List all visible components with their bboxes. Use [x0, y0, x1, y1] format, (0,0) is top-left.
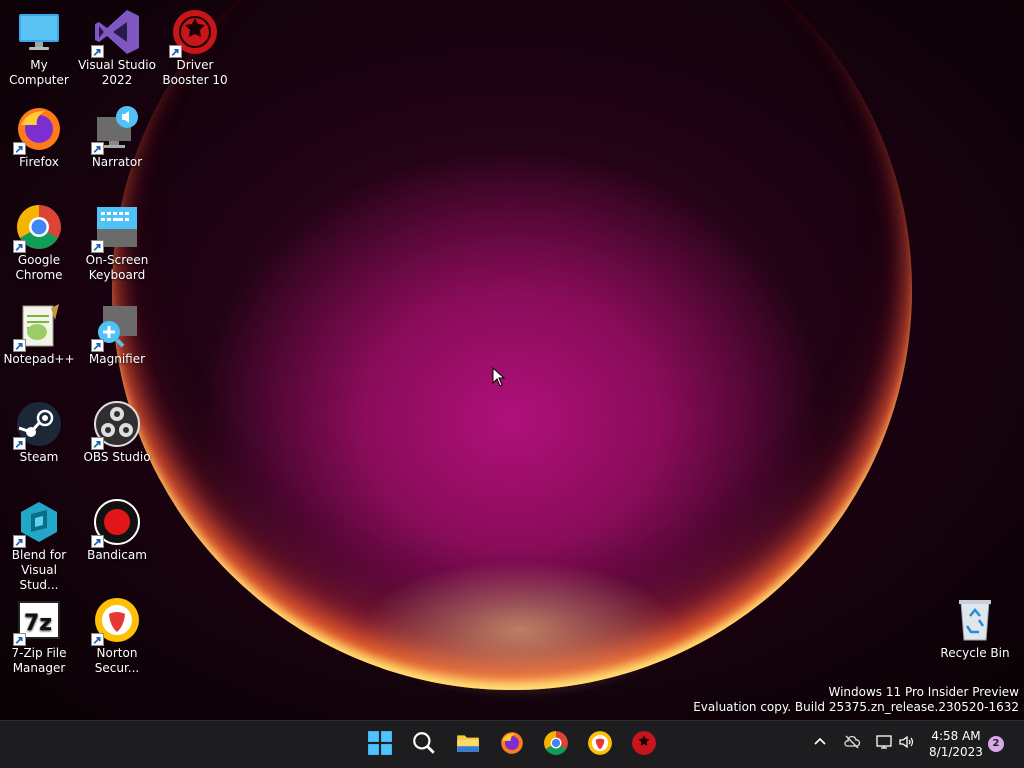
- network-tray-button[interactable]: [873, 733, 895, 755]
- file-explorer-button[interactable]: [452, 729, 484, 761]
- start-button[interactable]: [364, 729, 396, 761]
- desktop-icon-label: Firefox: [19, 155, 59, 169]
- desktop-icon-recycle-bin[interactable]: Recycle Bin: [936, 596, 1014, 661]
- desktop-icon-my-computer[interactable]: My Computer: [0, 8, 78, 88]
- onedrive-tray-button[interactable]: [841, 733, 863, 755]
- file-explorer-icon: [455, 730, 481, 760]
- taskbar: 4:58 AM 8/1/2023: [0, 720, 1024, 768]
- speaker-icon: [898, 733, 916, 755]
- shortcut-arrow-icon: [13, 633, 26, 646]
- shortcut-arrow-icon: [13, 535, 26, 548]
- desktop-icon-blend[interactable]: Blend for Visual Stud...: [0, 498, 78, 593]
- desktop-icon-chrome[interactable]: Google Chrome: [0, 203, 78, 283]
- shortcut-arrow-icon: [91, 633, 104, 646]
- recycle-bin-icon: [951, 596, 999, 644]
- shortcut-arrow-icon: [91, 339, 104, 352]
- wallpaper-glow: [360, 560, 680, 700]
- norton-icon: [91, 596, 141, 646]
- shortcut-arrow-icon: [13, 240, 26, 253]
- chrome-icon: [13, 203, 63, 253]
- obs-icon: [91, 400, 141, 450]
- notification-badge[interactable]: 2: [988, 736, 1004, 752]
- shortcut-arrow-icon: [91, 142, 104, 155]
- start-icon: [367, 730, 393, 760]
- desktop-icon-7zip[interactable]: 7z 7-Zip File Manager: [0, 596, 78, 676]
- keyboard-icon: [91, 203, 141, 253]
- driver-booster-icon: [169, 8, 219, 58]
- desktop-icon-obs[interactable]: OBS Studio: [78, 400, 156, 465]
- 7zip-icon: 7z: [13, 596, 63, 646]
- shortcut-arrow-icon: [91, 437, 104, 450]
- norton-icon: [587, 730, 613, 760]
- desktop-icon-bandicam[interactable]: Bandicam: [78, 498, 156, 563]
- desktop-icon-label: Blend for Visual Stud...: [11, 548, 67, 592]
- monitor-icon: [15, 8, 63, 56]
- desktop-icon-label: On-Screen Keyboard: [85, 253, 149, 282]
- desktop-icon-notepadpp[interactable]: Notepad++: [0, 302, 78, 367]
- shortcut-arrow-icon: [91, 45, 104, 58]
- shortcut-arrow-icon: [91, 240, 104, 253]
- volume-tray-button[interactable]: [896, 733, 918, 755]
- show-hidden-icons-button[interactable]: [809, 733, 831, 755]
- desktop-icon-label: Magnifier: [88, 352, 146, 366]
- desktop-icon-label: Steam: [19, 450, 59, 464]
- cloud-offline-icon: [843, 733, 861, 755]
- desktop-icon-driver-booster[interactable]: Driver Booster 10: [156, 8, 234, 88]
- magnifier-icon: [91, 302, 141, 352]
- chevron-up-icon: [811, 733, 829, 755]
- desktop-icon-steam[interactable]: Steam: [0, 400, 78, 465]
- taskbar-clock[interactable]: 4:58 AM 8/1/2023: [922, 728, 990, 760]
- desktop-icon-onscreen-keyboard[interactable]: On-Screen Keyboard: [78, 203, 156, 283]
- desktop-icon-label: OBS Studio: [83, 450, 151, 464]
- narrator-icon: [91, 105, 141, 155]
- firefox-icon: [499, 730, 525, 760]
- desktop-icon-label: 7-Zip File Manager: [11, 646, 67, 675]
- watermark-line-2: Evaluation copy. Build 25375.zn_release.…: [693, 700, 1019, 714]
- desktop-icon-label: Google Chrome: [15, 253, 63, 282]
- firefox-icon: [13, 105, 63, 155]
- clock-date: 8/1/2023: [929, 745, 983, 759]
- visual-studio-icon: [91, 8, 141, 58]
- notepadpp-icon: [13, 302, 63, 352]
- bandicam-icon: [91, 498, 141, 548]
- desktop-icon-label: Driver Booster 10: [162, 58, 228, 87]
- desktop-icon-label: Narrator: [91, 155, 143, 169]
- desktop-icon-narrator[interactable]: Narrator: [78, 105, 156, 170]
- desktop-icon-label: Visual Studio 2022: [78, 58, 156, 87]
- desktop-icon-label: Bandicam: [87, 548, 147, 562]
- shortcut-arrow-icon: [13, 142, 26, 155]
- watermark-line-1: Windows 11 Pro Insider Preview: [828, 685, 1019, 699]
- desktop-icon-visual-studio[interactable]: Visual Studio 2022: [78, 8, 156, 88]
- clock-time: 4:58 AM: [931, 729, 981, 743]
- desktop-icon-label: Norton Secur...: [94, 646, 140, 675]
- search-button[interactable]: [408, 729, 440, 761]
- shortcut-arrow-icon: [13, 437, 26, 450]
- shortcut-arrow-icon: [13, 339, 26, 352]
- search-icon: [411, 730, 437, 760]
- desktop-icon-label: Notepad++: [3, 352, 75, 366]
- taskbar-norton-button[interactable]: [584, 729, 616, 761]
- blend-icon: [13, 498, 63, 548]
- chrome-icon: [543, 730, 569, 760]
- taskbar-chrome-button[interactable]: [540, 729, 572, 761]
- desktop-icon-norton[interactable]: Norton Secur...: [78, 596, 156, 676]
- shortcut-arrow-icon: [169, 45, 182, 58]
- shortcut-arrow-icon: [91, 535, 104, 548]
- mouse-cursor-icon: [492, 366, 506, 387]
- desktop-icon-firefox[interactable]: Firefox: [0, 105, 78, 170]
- network-icon: [875, 733, 893, 755]
- desktop-icon-label: My Computer: [9, 58, 69, 87]
- desktop-icon-label: Recycle Bin: [940, 646, 1010, 660]
- taskbar-driver-booster-button[interactable]: [628, 729, 660, 761]
- desktop-icon-magnifier[interactable]: Magnifier: [78, 302, 156, 367]
- driver-booster-icon: [631, 730, 657, 760]
- svg-text:7z: 7z: [24, 611, 52, 636]
- steam-icon: [13, 400, 63, 450]
- evaluation-watermark: Windows 11 Pro Insider Preview Evaluatio…: [693, 685, 1019, 715]
- taskbar-firefox-button[interactable]: [496, 729, 528, 761]
